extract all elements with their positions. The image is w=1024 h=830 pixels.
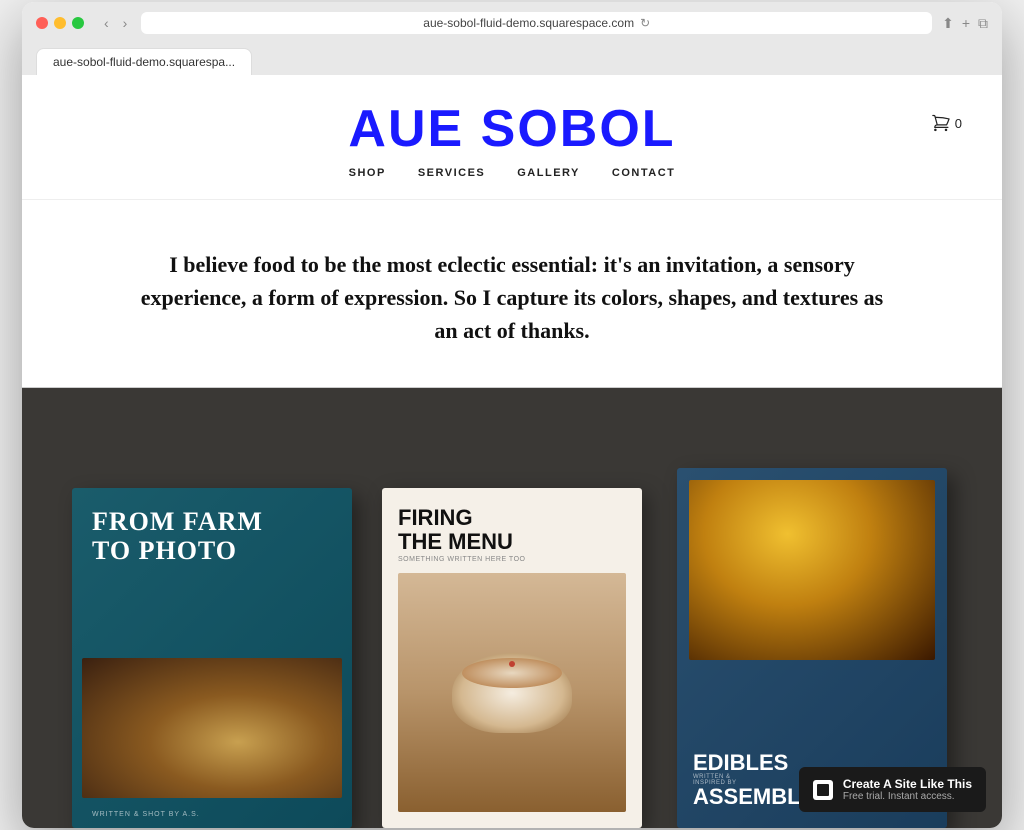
- cart-icon: [931, 113, 951, 133]
- squarespace-logo: [813, 780, 833, 800]
- book1-cover: FROM FARMTO PHOTO WRITTEN & SHOT BY A.S.: [72, 488, 352, 828]
- cart-count: 0: [955, 116, 962, 131]
- share-icon[interactable]: ⬆: [942, 15, 954, 32]
- traffic-light-minimize[interactable]: [54, 17, 66, 29]
- browser-chrome: ‹ › aue-sobol-fluid-demo.squarespace.com…: [22, 2, 1002, 75]
- hero-quote: I believe food to be the most eclectic e…: [132, 248, 892, 347]
- nav-gallery[interactable]: GALLERY: [517, 167, 580, 179]
- hero-section: I believe food to be the most eclectic e…: [22, 200, 1002, 388]
- book1-author: WRITTEN & SHOT BY A.S.: [92, 811, 200, 818]
- squarespace-banner-title: Create A Site Like This: [843, 777, 972, 791]
- browser-actions: ⬆ + ⧉: [942, 15, 988, 32]
- book2-cover: FIRINGTHE MENU SOMETHING WRITTEN HERE TO…: [382, 488, 642, 828]
- site-content: AUE SOBOL SHOP SERVICES GALLERY CONTACT …: [22, 75, 1002, 828]
- site-nav: SHOP SERVICES GALLERY CONTACT: [62, 167, 962, 187]
- new-tab-icon[interactable]: +: [962, 15, 970, 31]
- cart-button[interactable]: 0: [931, 113, 962, 133]
- product-book-1[interactable]: FROM FARMTO PHOTO WRITTEN & SHOT BY A.S.: [62, 468, 362, 828]
- bowl-garnish: [509, 661, 515, 667]
- squarespace-banner[interactable]: Create A Site Like This Free trial. Inst…: [799, 767, 986, 812]
- refresh-icon[interactable]: ↻: [640, 16, 650, 30]
- squarespace-banner-subtitle: Free trial. Instant access.: [843, 791, 972, 802]
- tabs-icon[interactable]: ⧉: [978, 15, 988, 32]
- active-tab[interactable]: aue-sobol-fluid-demo.squarespa...: [36, 48, 252, 75]
- browser-tab-bar: aue-sobol-fluid-demo.squarespa...: [36, 48, 988, 75]
- nav-contact[interactable]: CONTACT: [612, 167, 675, 179]
- traffic-lights: [36, 17, 84, 29]
- book1-food-image: [82, 658, 342, 798]
- forward-button[interactable]: ›: [119, 13, 132, 33]
- book1-image: [82, 658, 342, 798]
- bowl-illustration: [452, 653, 572, 733]
- book3-image: [689, 480, 935, 660]
- product-book-2-container[interactable]: FIRINGTHE MENU SOMETHING WRITTEN HERE TO…: [362, 488, 662, 828]
- browser-top-bar: ‹ › aue-sobol-fluid-demo.squarespace.com…: [36, 12, 988, 34]
- book2-image: [398, 573, 626, 812]
- browser-window: ‹ › aue-sobol-fluid-demo.squarespace.com…: [22, 2, 1002, 828]
- url-text: aue-sobol-fluid-demo.squarespace.com: [423, 16, 634, 30]
- book3-food-image: [689, 480, 935, 660]
- book2-subtitle: SOMETHING WRITTEN HERE TOO: [398, 556, 626, 563]
- nav-shop[interactable]: SHOP: [349, 167, 386, 179]
- nav-services[interactable]: SERVICES: [418, 167, 485, 179]
- back-button[interactable]: ‹: [100, 13, 113, 33]
- squarespace-logo-inner: [817, 784, 829, 796]
- book1-title: FROM FARMTO PHOTO: [92, 508, 332, 565]
- squarespace-banner-text: Create A Site Like This Free trial. Inst…: [843, 777, 972, 802]
- site-header: AUE SOBOL SHOP SERVICES GALLERY CONTACT …: [22, 75, 1002, 200]
- traffic-light-close[interactable]: [36, 17, 48, 29]
- products-section: FROM FARMTO PHOTO WRITTEN & SHOT BY A.S.…: [22, 388, 1002, 828]
- browser-nav-controls: ‹ ›: [100, 13, 131, 33]
- traffic-light-maximize[interactable]: [72, 17, 84, 29]
- site-title: AUE SOBOL: [62, 99, 962, 159]
- address-bar[interactable]: aue-sobol-fluid-demo.squarespace.com ↻: [141, 12, 932, 34]
- book2-title: FIRINGTHE MENU: [398, 506, 626, 554]
